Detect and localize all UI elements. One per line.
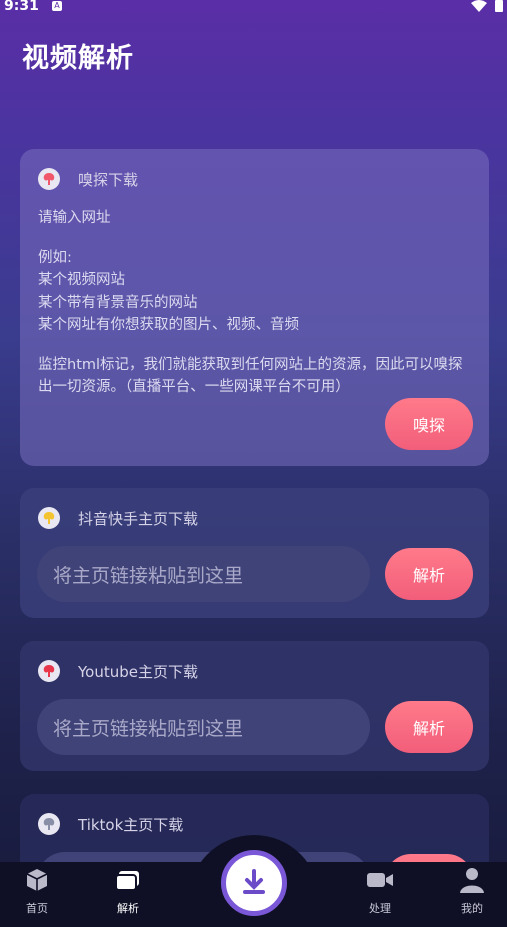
card-header: 嗅探下载	[38, 167, 138, 191]
app-logo-icon	[38, 813, 60, 835]
status-bar: 9:31 A	[0, 0, 507, 14]
example-item: 某个带有背景音乐的网站	[38, 294, 198, 311]
youtube-download-card: Youtube主页下载 将主页链接粘贴到这里 解析	[20, 641, 489, 771]
battery-icon	[495, 0, 503, 12]
wifi-icon	[471, 0, 487, 12]
douyin-card-title: 抖音快手主页下载	[78, 509, 199, 528]
youtube-card-title: Youtube主页下载	[78, 662, 198, 681]
nav-process[interactable]: 处理	[350, 866, 410, 916]
youtube-parse-button[interactable]: 解析	[385, 701, 473, 753]
page-title: 视频解析	[22, 43, 134, 74]
url-prompt[interactable]: 请输入网址	[38, 207, 473, 230]
sniff-download-card: 嗅探下载 请输入网址 例如: 某个视频网站 某个带有背景音乐的网站 某个网址有你…	[20, 149, 489, 466]
nav-parse[interactable]: 解析	[98, 866, 158, 916]
nav-home-label: 首页	[26, 902, 48, 915]
douyin-parse-button[interactable]: 解析	[385, 548, 473, 600]
youtube-url-input[interactable]: 将主页链接粘贴到这里	[37, 699, 370, 755]
nav-mine-label: 我的	[461, 902, 483, 915]
tiktok-card-title: Tiktok主页下载	[78, 815, 184, 834]
card-header: 抖音快手主页下载	[38, 506, 198, 530]
video-camera-icon	[367, 873, 393, 887]
sniff-card-body: 请输入网址 例如: 某个视频网站 某个带有背景音乐的网站 某个网址有你想获取的图…	[38, 207, 473, 399]
download-fab-button[interactable]	[221, 850, 287, 916]
example-item: 某个视频网站	[38, 272, 125, 288]
sniff-button[interactable]: 嗅探	[385, 398, 473, 450]
cards-icon	[115, 871, 139, 891]
user-icon	[460, 868, 484, 893]
notification-badge: A	[52, 1, 62, 11]
nav-parse-label: 解析	[117, 902, 139, 915]
nav-process-label: 处理	[369, 902, 391, 915]
nav-mine[interactable]: 我的	[442, 866, 502, 916]
sniff-description: 监控html标记，我们就能获取到任何网站上的资源，因此可以嗅探出一切资源。（直播…	[38, 356, 463, 396]
cube-icon	[26, 869, 48, 891]
app-logo-icon	[38, 507, 60, 529]
card-header: Youtube主页下载	[38, 659, 198, 683]
example-heading: 例如:	[38, 249, 72, 266]
douyin-url-input[interactable]: 将主页链接粘贴到这里	[37, 546, 370, 602]
download-icon	[243, 869, 265, 894]
douyin-download-card: 抖音快手主页下载 将主页链接粘贴到这里 解析	[20, 488, 489, 618]
nav-home[interactable]: 首页	[7, 866, 67, 916]
card-header: Tiktok主页下载	[38, 812, 183, 836]
example-item: 某个网址有你想获取的图片、视频、音频	[38, 317, 299, 333]
status-time: 9:31	[4, 0, 39, 14]
sniff-card-title: 嗅探下载	[78, 170, 139, 189]
app-logo-icon	[38, 660, 60, 682]
app-logo-icon	[38, 168, 60, 190]
